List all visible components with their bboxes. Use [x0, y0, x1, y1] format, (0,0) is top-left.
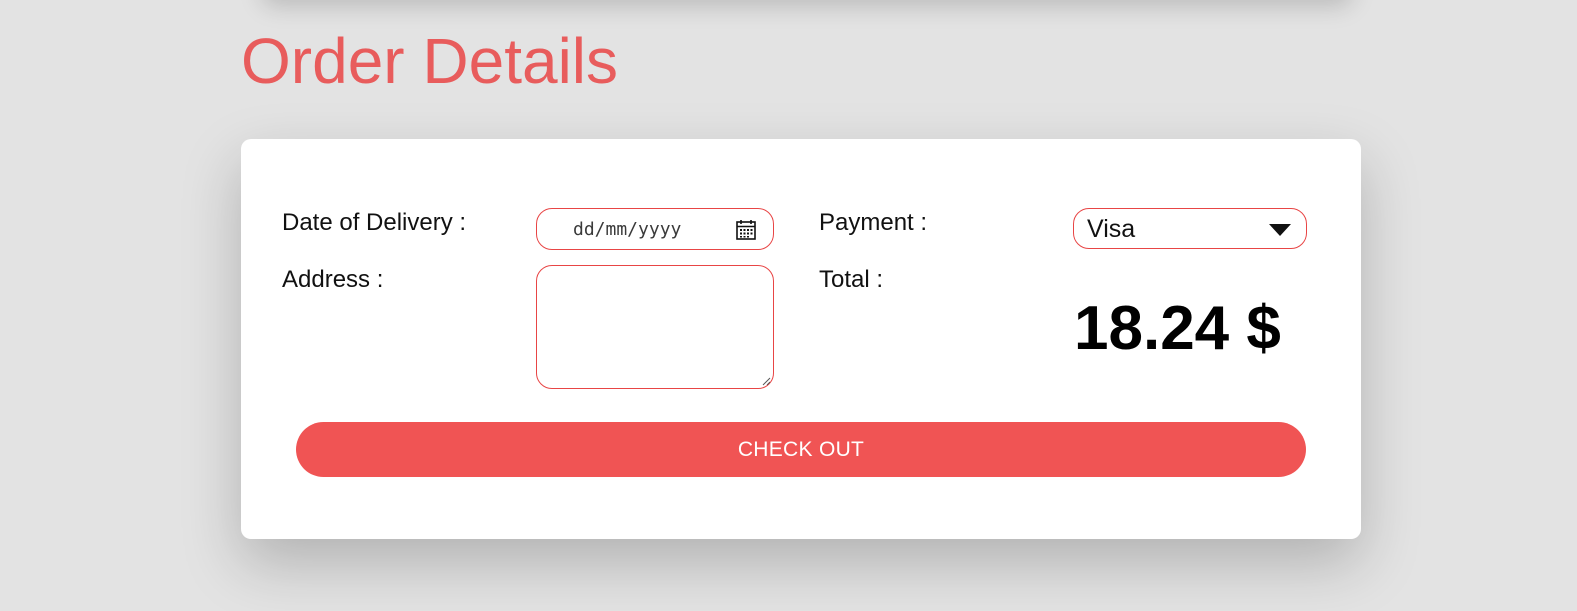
date-of-delivery-label: Date of Delivery : — [282, 209, 467, 236]
checkout-button[interactable]: CHECK OUT — [296, 422, 1306, 477]
calendar-icon[interactable] — [735, 219, 757, 241]
date-placeholder: dd/mm/yyyy — [573, 219, 682, 240]
payment-label: Payment : — [819, 209, 928, 236]
payment-select[interactable]: Visa — [1073, 208, 1307, 249]
page-title: Order Details — [241, 25, 618, 97]
total-label: Total : — [819, 266, 884, 293]
resize-handle-icon[interactable] — [761, 376, 771, 386]
chevron-down-icon[interactable] — [1269, 224, 1291, 236]
date-of-delivery-input[interactable]: dd/mm/yyyy — [536, 208, 774, 250]
address-label: Address : — [282, 266, 384, 293]
address-textarea[interactable] — [536, 265, 774, 389]
order-form-card: Date of Delivery : dd/mm/yyyy Address : — [241, 139, 1361, 539]
total-value: 18.24 $ — [1074, 294, 1281, 363]
payment-selected-value: Visa — [1087, 215, 1136, 243]
page: Order Details Date of Delivery : dd/mm/y… — [0, 0, 1577, 611]
